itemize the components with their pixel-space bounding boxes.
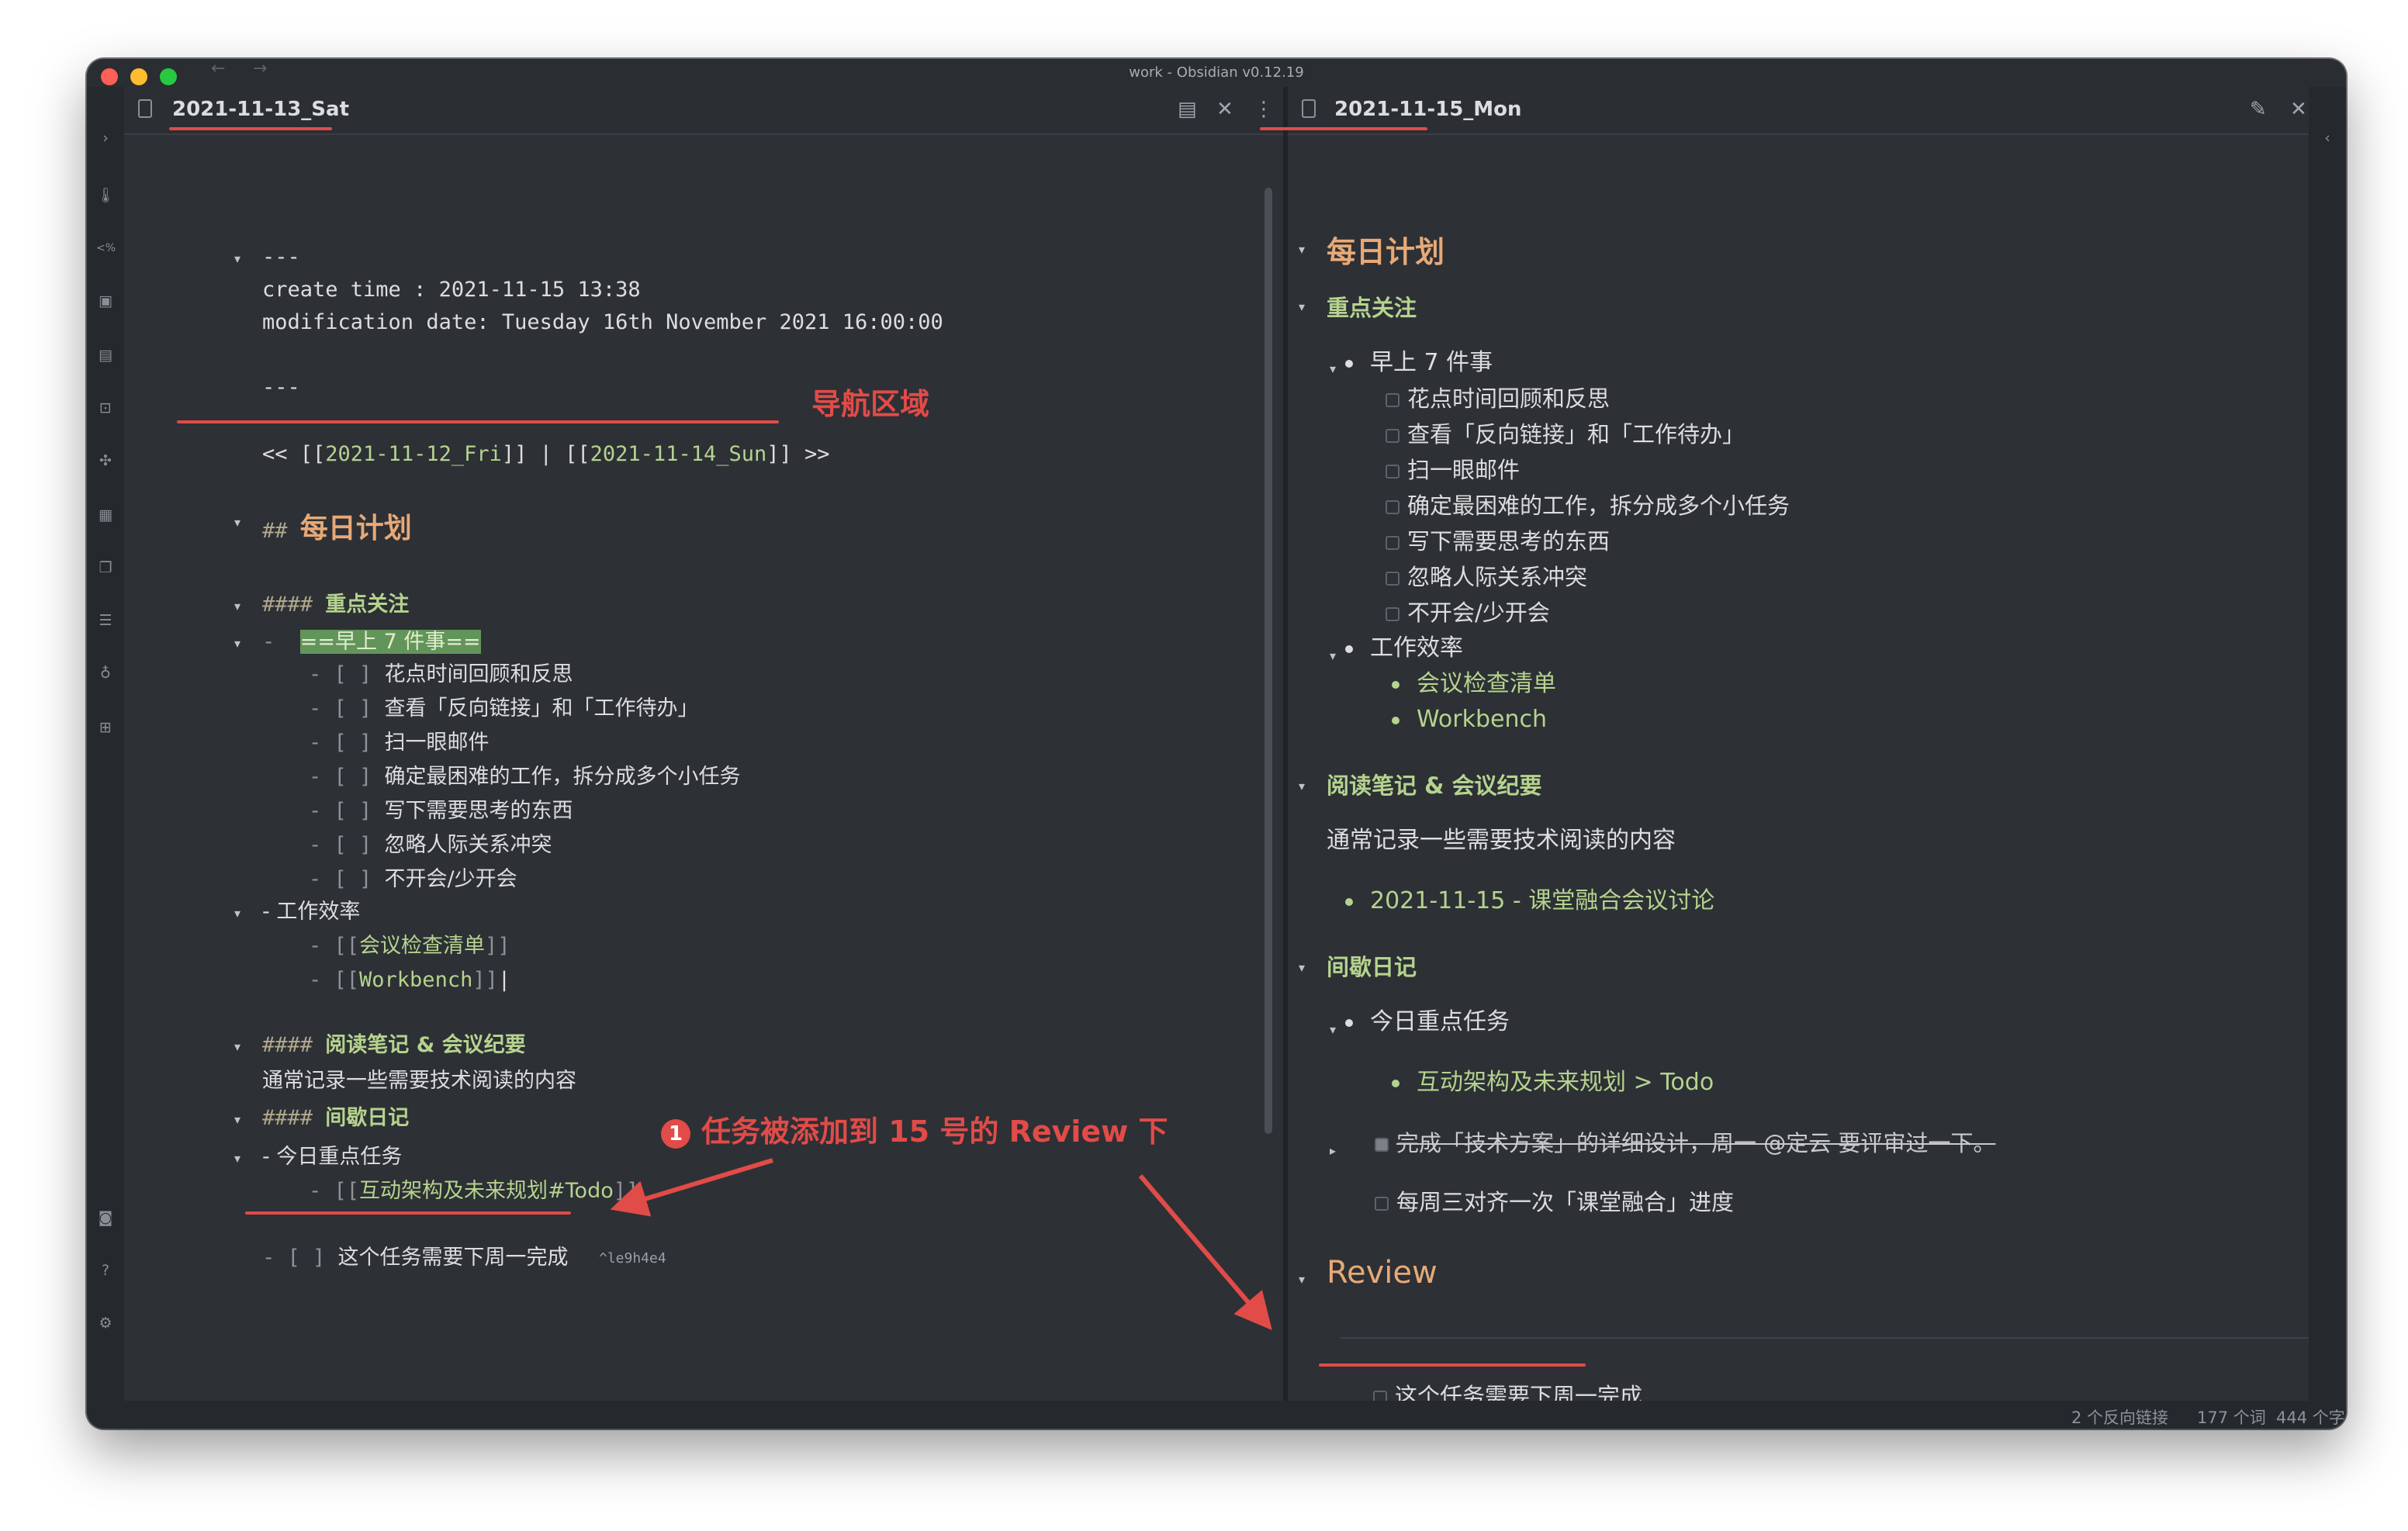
- arrow-to-review: [1138, 1174, 1272, 1331]
- annotation-arrows: [610, 1158, 1272, 1331]
- arrow-to-task: [610, 1158, 773, 1217]
